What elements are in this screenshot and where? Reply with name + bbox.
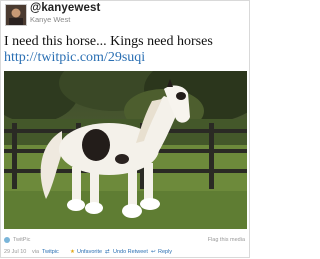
twitpic-icon [4,237,10,243]
media-source[interactable]: TwitPic [13,237,30,243]
media-source-row: TwitPic Flag this media [4,236,247,246]
via-source-link[interactable]: Twitpic [42,249,59,255]
horse-photo[interactable] [4,71,247,229]
screen-name[interactable]: @kanyewest [30,2,100,14]
flag-media-link[interactable]: Flag this media [208,237,245,243]
tweet-text: I need this horse... Kings need horses [4,34,213,49]
tweet-date[interactable]: 29 Jul 10 [4,249,26,255]
star-icon: ★ [70,249,75,255]
unfavorite-button[interactable]: Unfavorite [77,249,102,255]
reply-icon: ↩ [151,249,156,255]
avatar[interactable] [5,4,27,26]
tweet-card: @kanyewest Kanye West I need this horse.… [0,0,250,258]
full-name: Kanye West [30,15,71,24]
via-label: via [32,249,40,255]
undo-retweet-button[interactable]: Undo Retweet [113,249,148,255]
reply-button[interactable]: Reply [158,249,172,255]
retweet-icon: ⇄ [105,249,110,255]
twitpic-link[interactable]: http://twitpic.com/29suqi [4,49,145,66]
